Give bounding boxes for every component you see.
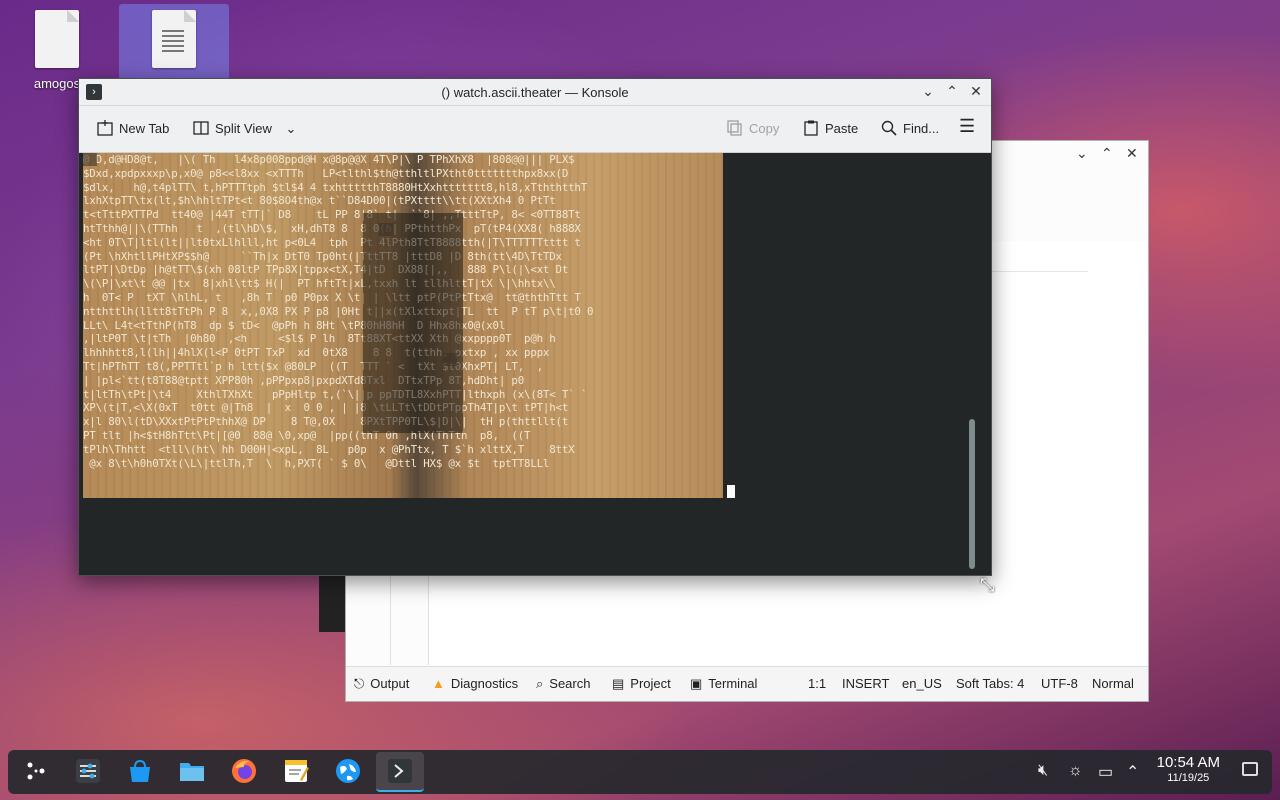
brightness-icon[interactable]: ☼ (1068, 762, 1083, 780)
text-file-icon (152, 10, 196, 68)
minimize-icon[interactable]: ⌄ (919, 83, 937, 100)
kde-launcher-icon (27, 762, 45, 780)
maximize-icon[interactable]: ⌃ (943, 83, 961, 100)
close-icon[interactable]: ✕ (967, 83, 985, 100)
new-tab-icon (97, 120, 113, 136)
network-icon[interactable]: ▭ (1098, 762, 1113, 782)
chevron-down-icon[interactable]: ⌄ (285, 121, 296, 136)
chevron-down-icon[interactable]: ⌄ (1076, 145, 1088, 162)
taskbar-firefox[interactable] (220, 752, 268, 792)
dictionary[interactable]: en_US (902, 676, 942, 691)
window-edge (319, 572, 345, 632)
terminal-tab[interactable]: ▣ Terminal (690, 676, 757, 692)
text-editor-icon (285, 760, 309, 782)
search-icon (881, 120, 897, 136)
encoding[interactable]: UTF-8 (1041, 676, 1078, 691)
terminal-icon (388, 759, 412, 783)
chevron-up-icon[interactable]: ⌃ (1126, 762, 1139, 782)
indentation[interactable]: Soft Tabs: 4 (956, 676, 1024, 691)
ascii-dark-region (363, 213, 463, 433)
taskbar-system-settings[interactable] (64, 752, 112, 792)
text-file-icon (35, 10, 79, 68)
ascii-block (83, 153, 97, 166)
close-icon[interactable]: ✕ (1126, 145, 1138, 162)
cursor-position[interactable]: 1:1 (808, 676, 826, 691)
warning-icon: ▲ (432, 676, 445, 691)
store-icon (130, 759, 150, 782)
folder-icon (180, 763, 204, 781)
clock[interactable]: 10:54 AM 11/19/25 (1157, 754, 1220, 784)
project-tab[interactable]: ▤ Project (612, 676, 671, 692)
split-view-icon (193, 121, 209, 135)
konsole-window[interactable]: › () watch.ascii.theater — Konsole ⌄ ⌃ ✕… (78, 78, 992, 576)
kate-statusbar: ⎋ Output ▲ Diagnostics ⌕ Search ▤ Project ▣ T… (346, 666, 1148, 701)
ascii-video-frame: @ D,d@HD8@t, |\( Th l4x8p008ppd@H x@8p@@… (83, 153, 723, 498)
settings-icon (76, 759, 100, 783)
terminal-cursor (727, 485, 735, 498)
taskbar-discover[interactable] (116, 752, 164, 792)
firefox-icon (232, 759, 256, 783)
search-icon: ⌕ (536, 676, 544, 691)
volume-muted-icon[interactable]: 🔇︎ (1038, 762, 1048, 780)
terminal-scrollbar[interactable] (969, 419, 975, 569)
paste-button[interactable]: Paste (803, 120, 858, 136)
clock-time: 10:54 AM (1156, 754, 1220, 771)
show-desktop-icon[interactable] (1242, 762, 1258, 776)
input-mode[interactable]: INSERT (842, 676, 889, 691)
ascii-block (379, 223, 393, 236)
taskbar-konsole[interactable] (376, 752, 424, 792)
paste-icon (804, 120, 818, 136)
maximize-icon[interactable]: ⌃ (1101, 145, 1113, 162)
terminal-icon: ▣ (690, 676, 703, 691)
taskbar-dolphin[interactable] (168, 752, 216, 792)
konsole-toolbar: New Tab Split View ⌄ Copy Paste Find... … (79, 106, 991, 153)
taskbar-kate[interactable] (272, 752, 320, 792)
ascii-block (443, 353, 457, 366)
copy-button[interactable]: Copy (727, 120, 779, 136)
terminal-view[interactable]: @ D,d@HD8@t, |\( Th l4x8p008ppd@H x@8p@@… (83, 153, 977, 573)
clock-date: 11/19/25 (1167, 772, 1210, 784)
find-button[interactable]: Find... (881, 120, 939, 136)
taskbar-browser[interactable] (324, 752, 372, 792)
app-launcher-button[interactable] (12, 752, 60, 792)
konsole-titlebar[interactable]: › () watch.ascii.theater — Konsole ⌄ ⌃ ✕ (79, 79, 991, 106)
diagnostics-tab[interactable]: ▲ Diagnostics (432, 676, 518, 691)
copy-icon (727, 120, 742, 136)
output-tab[interactable]: ⎋ Output (354, 676, 409, 692)
taskbar: 🔇︎ ☼ ▭ ⌃ 10:54 AM 11/19/25 (8, 750, 1272, 794)
split-view-button[interactable]: Split View ⌄ (193, 120, 296, 137)
window-title: () watch.ascii.theater — Konsole (441, 85, 629, 100)
hamburger-menu-icon[interactable]: ☰ (959, 116, 975, 137)
new-tab-button[interactable]: New Tab (97, 120, 169, 136)
project-icon: ▤ (612, 676, 625, 691)
resize-cursor-icon: ⤡ (980, 575, 995, 595)
output-icon: ⎋ (354, 676, 365, 691)
search-tab[interactable]: ⌕ Search (536, 676, 590, 692)
vi-mode[interactable]: Normal (1092, 676, 1134, 691)
globe-icon (336, 759, 360, 783)
